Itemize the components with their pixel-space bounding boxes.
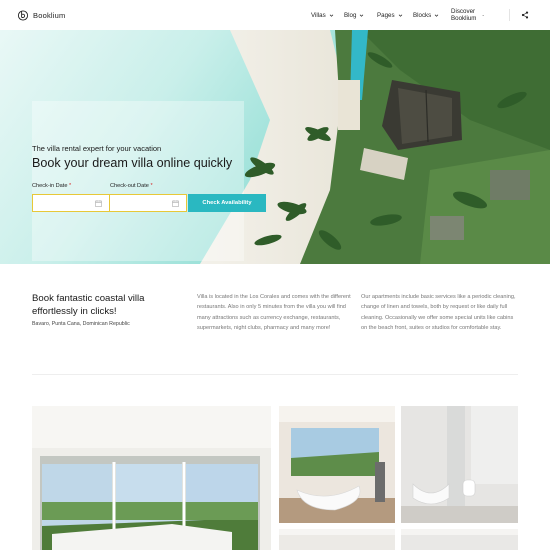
hero-section: The villa rental expert for your vacatio… bbox=[0, 30, 550, 264]
check-availability-button[interactable]: Check Availability bbox=[188, 194, 266, 212]
share-icon[interactable] bbox=[521, 11, 529, 19]
nav-item-blog[interactable]: Blog bbox=[344, 12, 364, 19]
nav-item-villas[interactable]: Villas bbox=[311, 12, 334, 19]
nav-item-blocks[interactable]: Blocks bbox=[413, 12, 439, 19]
hero-eyebrow: The villa rental expert for your vacatio… bbox=[32, 144, 162, 153]
gallery-image-5[interactable] bbox=[401, 529, 518, 550]
nav-item-discover[interactable]: Discover Booklium bbox=[451, 8, 485, 22]
gallery-image-bathroom[interactable] bbox=[279, 406, 395, 523]
calendar-icon bbox=[95, 200, 102, 207]
chevron-down-icon bbox=[329, 14, 333, 17]
hero-overlay-panel bbox=[32, 101, 244, 261]
required-mark: * bbox=[69, 183, 72, 189]
nav-label-villas: Villas bbox=[311, 11, 326, 19]
hero-title: Book your dream villa online quickly bbox=[32, 156, 233, 170]
checkin-label-text: Check-in Date bbox=[32, 183, 68, 189]
gallery-image-bedroom[interactable] bbox=[32, 406, 271, 550]
checkout-date-input[interactable] bbox=[109, 194, 187, 212]
gallery-image-4[interactable] bbox=[279, 529, 395, 550]
nav-label-blog: Blog bbox=[344, 11, 357, 19]
brand-name: Booklium bbox=[33, 10, 66, 20]
chevron-down-icon bbox=[398, 14, 402, 17]
logo[interactable]: Booklium bbox=[17, 9, 65, 21]
section-divider bbox=[32, 374, 518, 375]
chevron-down-icon bbox=[482, 14, 485, 16]
nav-label-blocks: Blocks bbox=[413, 11, 432, 19]
calendar-icon bbox=[172, 200, 179, 207]
info-paragraph-1: Villa is located in the Los Corales and … bbox=[197, 294, 351, 332]
header-divider bbox=[509, 9, 510, 21]
checkout-label-text: Check-out Date bbox=[110, 183, 149, 189]
checkout-label: Check-out Date * bbox=[110, 183, 153, 189]
info-title: Book fantastic coastal villa effortlessl… bbox=[32, 293, 145, 317]
info-location: Bavaro, Punta Cana, Dominican Republic bbox=[32, 321, 130, 327]
nav-item-pages[interactable]: Pages bbox=[377, 12, 403, 19]
site-header: Booklium Villas Blog Pages Blocks Discov… bbox=[0, 0, 550, 30]
nav-label-pages: Pages bbox=[377, 11, 395, 19]
logo-icon bbox=[17, 10, 29, 21]
chevron-down-icon bbox=[360, 14, 364, 17]
info-paragraph-2: Our apartments include basic services li… bbox=[361, 294, 516, 332]
checkin-label: Check-in Date * bbox=[32, 183, 71, 189]
nav-label-discover: Discover Booklium bbox=[451, 8, 477, 22]
gallery-image-bathroom-2[interactable] bbox=[401, 406, 518, 523]
required-mark: * bbox=[150, 183, 153, 189]
checkin-date-input[interactable] bbox=[32, 194, 110, 212]
chevron-down-icon bbox=[434, 14, 439, 17]
